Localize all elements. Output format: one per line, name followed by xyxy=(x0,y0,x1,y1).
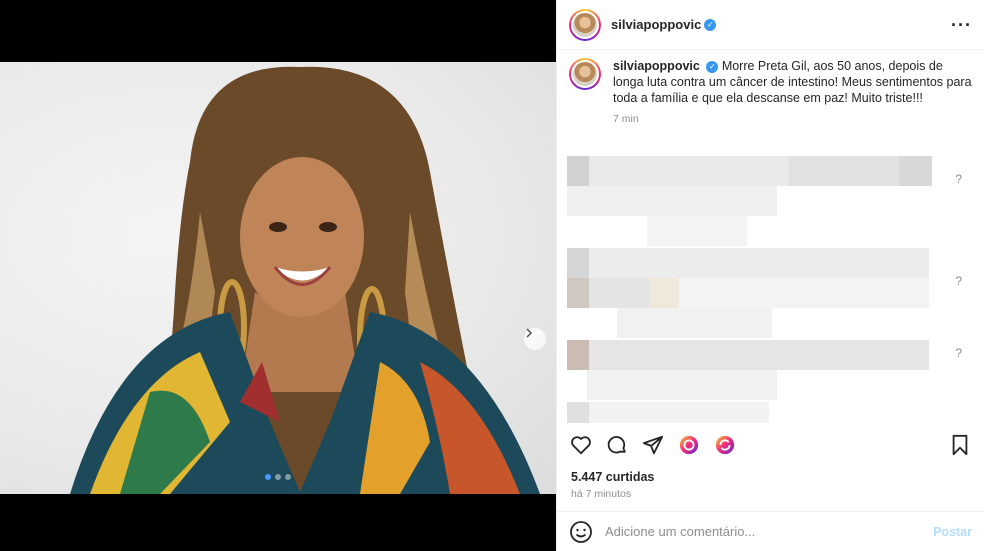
author-username[interactable]: silviapoppovic xyxy=(611,17,701,32)
blurred-comments: ? ? ? xyxy=(567,156,972,423)
post-media xyxy=(0,0,556,551)
photo-illustration xyxy=(70,66,540,494)
carousel-dot xyxy=(285,474,291,480)
reply-marker: ? xyxy=(955,274,962,288)
carousel-dot xyxy=(275,474,281,480)
carousel-indicators xyxy=(0,474,556,480)
post-actions xyxy=(569,430,972,460)
reply-marker: ? xyxy=(955,172,962,186)
post-photo[interactable] xyxy=(0,62,556,494)
comments-section: silviapoppovic ✓ Morre Preta Gil, aos 50… xyxy=(557,58,984,423)
repost-icon[interactable] xyxy=(713,433,737,457)
comment-bar: Postar xyxy=(557,511,984,551)
verified-badge-icon: ✓ xyxy=(706,60,719,73)
comment-bubble-icon[interactable] xyxy=(605,433,629,457)
remix-icon[interactable] xyxy=(677,433,701,457)
emoji-icon[interactable] xyxy=(569,520,593,544)
carousel-next-button[interactable] xyxy=(523,327,547,351)
post-caption: silviapoppovic ✓ Morre Preta Gil, aos 50… xyxy=(557,58,984,127)
caption-timestamp: 7 min xyxy=(613,113,639,125)
heart-icon[interactable] xyxy=(569,433,593,457)
verified-badge-icon: ✓ xyxy=(704,18,717,31)
reply-marker: ? xyxy=(955,346,962,360)
post-timestamp: há 7 minutos xyxy=(571,488,632,500)
comment-input[interactable] xyxy=(605,524,934,539)
post-header: silviapoppovic ✓ ··· xyxy=(557,0,984,50)
post-side-panel: silviapoppovic ✓ ··· silviapoppovic ✓ Mo… xyxy=(556,0,984,551)
paper-plane-icon[interactable] xyxy=(641,433,665,457)
more-options-icon[interactable]: ··· xyxy=(951,16,972,34)
likes-count[interactable]: 5.447 curtidas xyxy=(571,470,654,484)
caption-username[interactable]: silviapoppovic xyxy=(613,59,700,73)
author-avatar[interactable] xyxy=(569,8,601,41)
post-comment-button[interactable]: Postar xyxy=(933,525,972,539)
bookmark-icon[interactable] xyxy=(948,433,972,457)
carousel-dot xyxy=(265,474,271,480)
caption-avatar[interactable] xyxy=(569,58,601,90)
